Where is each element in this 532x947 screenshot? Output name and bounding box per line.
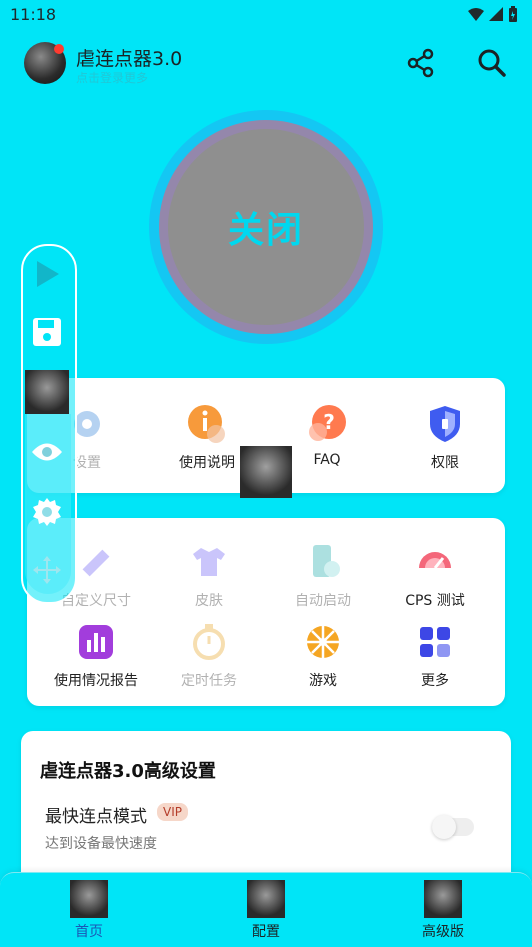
tool-label: 定时任务: [181, 673, 237, 689]
tool-label: 游戏: [309, 673, 337, 689]
tool-auto-start[interactable]: 自动启动: [273, 542, 373, 610]
ruler-pencil-icon: [82, 549, 110, 577]
nav-home[interactable]: 首页: [49, 880, 129, 941]
battery-icon: [509, 6, 517, 22]
fast-mode-label: 最快连点模式: [45, 807, 147, 827]
notification-dot: [54, 44, 64, 54]
quick-action-faq[interactable]: ? FAQ: [277, 404, 377, 468]
nav-premium[interactable]: 高级版: [403, 880, 483, 941]
tool-timer-task[interactable]: 定时任务: [159, 622, 259, 690]
tool-cps-test[interactable]: CPS 测试: [385, 542, 485, 610]
permission-shield-icon: [430, 406, 460, 442]
quick-action-label: FAQ: [313, 452, 341, 468]
fast-mode-description: 达到设备最快速度: [45, 836, 157, 852]
status-time: 11:18: [10, 5, 57, 24]
share-button[interactable]: [406, 47, 438, 79]
power-toggle-button[interactable]: 关闭: [168, 129, 364, 325]
float-settings-button[interactable]: [29, 494, 65, 530]
search-button[interactable]: [476, 47, 508, 79]
shirt-icon: [193, 548, 225, 576]
tool-label: 自动启动: [295, 593, 351, 609]
visibility-button[interactable]: [29, 434, 65, 470]
tool-label: 更多: [421, 673, 449, 689]
nav-premium-icon: [424, 880, 462, 918]
login-subtitle[interactable]: 点击登录更多: [76, 69, 148, 86]
nav-config[interactable]: 配置: [226, 880, 306, 941]
overlay-thumbnail: [240, 446, 292, 498]
tool-label: 使用情况报告: [54, 673, 138, 689]
info-icon: [188, 405, 225, 443]
status-icons: [468, 6, 518, 22]
quick-action-permissions[interactable]: 权限: [395, 404, 495, 472]
gear-icon: [33, 498, 61, 526]
quick-action-label: 权限: [431, 455, 459, 471]
move-handle[interactable]: [29, 552, 65, 588]
status-bar: 11:18: [0, 0, 532, 30]
app-title: 虐连点器3.0: [76, 48, 183, 70]
tool-more[interactable]: 更多: [385, 622, 485, 690]
nav-home-icon: [70, 880, 108, 918]
play-button[interactable]: [29, 256, 65, 292]
save-button[interactable]: [29, 314, 65, 350]
tool-label: CPS 测试: [405, 593, 465, 609]
tool-skin[interactable]: 皮肤: [159, 542, 259, 610]
nav-label: 高级版: [422, 924, 464, 940]
floating-toolbar[interactable]: [21, 244, 77, 604]
nav-label: 配置: [252, 924, 280, 940]
svg-text:?: ?: [323, 410, 335, 434]
tool-label: 皮肤: [195, 593, 223, 609]
speedometer-icon: [419, 552, 451, 569]
timer-icon: [193, 624, 225, 660]
nav-label: 首页: [75, 924, 103, 940]
play-icon: [37, 261, 59, 287]
signal-icon: [489, 7, 503, 21]
grid-more-icon: [420, 627, 450, 657]
search-icon: [478, 49, 506, 77]
bar-chart-icon: [79, 625, 113, 659]
save-icon: [33, 318, 61, 346]
tool-game[interactable]: 游戏: [273, 622, 373, 690]
phone-auto-icon: [313, 545, 340, 577]
wifi-icon: [468, 8, 484, 21]
advanced-settings-title: 虐连点器3.0高级设置: [40, 761, 216, 782]
share-icon: [407, 48, 434, 78]
floating-thumbnail: [25, 370, 69, 414]
nav-config-icon: [247, 880, 285, 918]
fast-mode-switch-knob[interactable]: [432, 815, 456, 839]
tools-card: 自定义尺寸 皮肤 自动启动 CPS 测试 使用情况报告 定时任务 游戏 更多: [27, 518, 505, 706]
power-toggle-label: 关闭: [227, 210, 304, 251]
game-wheel-icon: [307, 626, 339, 658]
move-icon: [33, 556, 61, 584]
eye-icon: [32, 443, 62, 461]
tool-usage-report[interactable]: 使用情况报告: [46, 622, 146, 690]
faq-icon: ?: [309, 405, 346, 441]
vip-badge: VIP: [157, 803, 188, 821]
